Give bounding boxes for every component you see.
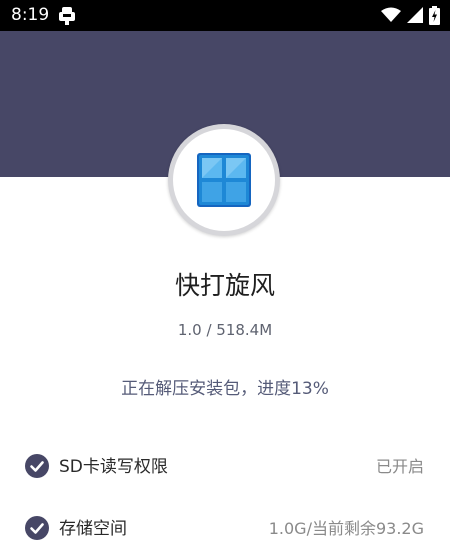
window-grid-app-icon (197, 153, 251, 207)
status-bar: 8:19 (0, 0, 450, 31)
version-size: 1.0 / 518.4M (177, 321, 273, 339)
bug-notification-icon (59, 7, 75, 25)
check-value: 1.0G/当前剩余93.2G (268, 519, 424, 538)
app-name: 快打旋风 (174, 271, 275, 300)
battery-charging-icon (429, 5, 440, 25)
check-label: SD卡读写权限 (59, 457, 168, 477)
check-value: 已开启 (375, 457, 424, 476)
status-time: 8:19 (11, 5, 50, 25)
check-row-sd-permission: SD卡读写权限 已开启 (0, 447, 450, 487)
wifi-icon (381, 7, 401, 22)
check-label: 存储空间 (59, 519, 127, 539)
check-circle-icon (25, 454, 49, 478)
app-icon-frame (168, 124, 280, 236)
install-screen: 8:19 快打旋风 1.0 / 518.4M 正在解压安装包，进度13% SD卡… (0, 0, 450, 544)
status-icons (381, 5, 440, 25)
app-icon-background (173, 129, 275, 231)
install-progress-text: 正在解压安装包，进度13% (121, 379, 329, 399)
check-circle-icon (25, 516, 49, 540)
check-row-storage: 存储空间 1.0G/当前剩余93.2G (0, 509, 450, 544)
cellular-signal-icon (407, 7, 423, 23)
